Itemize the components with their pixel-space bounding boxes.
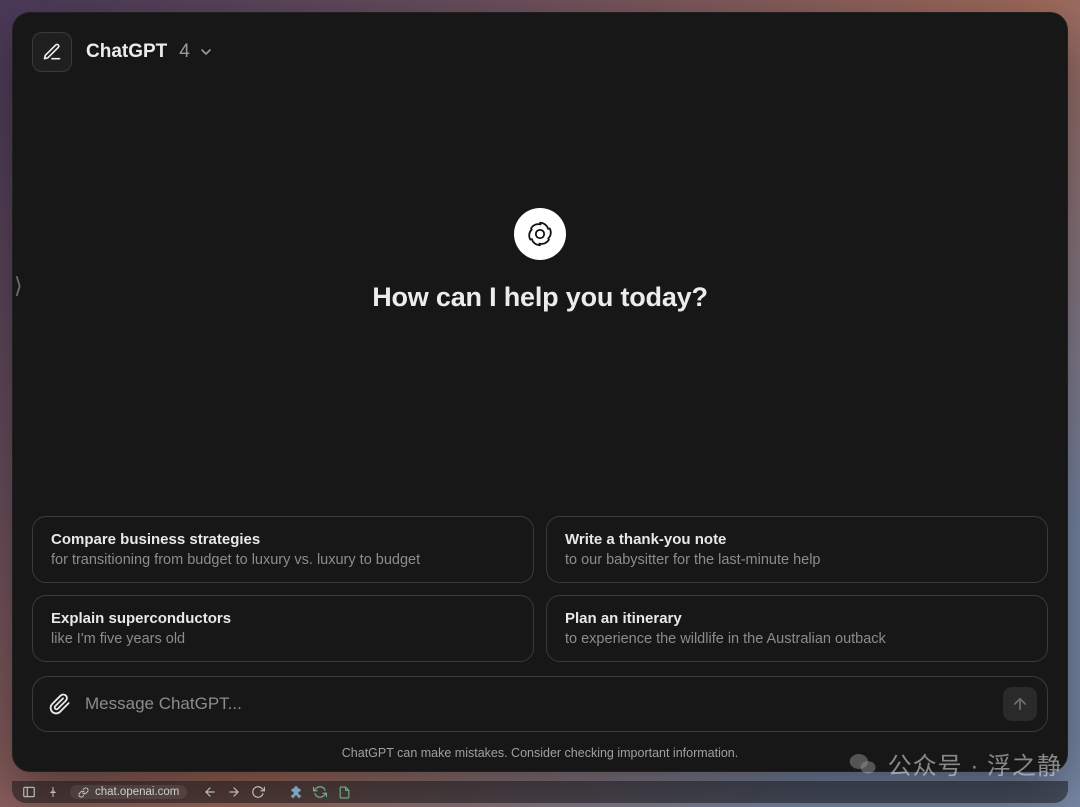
hero: How can I help you today? <box>372 208 708 313</box>
app-window: ChatGPT 4 ⟩ <box>12 12 1068 772</box>
suggestion-subtitle: for transitioning from budget to luxury … <box>51 552 515 568</box>
main-area: ⟩ How can I help you today? <box>12 74 1068 516</box>
suggestion-subtitle: to our babysitter for the last-minute he… <box>565 552 1029 568</box>
arrow-up-icon <box>1011 695 1029 713</box>
doc-icon[interactable] <box>337 785 351 799</box>
hero-heading: How can I help you today? <box>372 282 708 313</box>
suggestion-title: Compare business strategies <box>51 531 515 548</box>
openai-logo-icon <box>524 218 556 250</box>
disclaimer-text: ChatGPT can make mistakes. Consider chec… <box>12 738 1068 772</box>
openai-logo <box>514 208 566 260</box>
browser-bar: chat.openai.com <box>12 781 1068 803</box>
composer <box>32 676 1048 732</box>
sidebar-reveal-handle[interactable]: ⟩ <box>14 273 23 299</box>
suggestion-title: Write a thank-you note <box>565 531 1029 548</box>
url-pill[interactable]: chat.openai.com <box>70 785 187 799</box>
paperclip-icon <box>49 693 71 715</box>
refresh-icon[interactable] <box>313 785 327 799</box>
suggestion-card[interactable]: Write a thank-you note to our babysitter… <box>546 516 1048 583</box>
pin-icon[interactable] <box>46 785 60 799</box>
reload-button[interactable] <box>251 785 265 799</box>
chevron-down-icon <box>198 44 214 60</box>
compose-icon <box>42 42 62 62</box>
extension-icon[interactable] <box>289 785 303 799</box>
nav-forward-button[interactable] <box>227 785 241 799</box>
nav-back-button[interactable] <box>203 785 217 799</box>
link-icon <box>78 787 89 798</box>
suggestions: Compare business strategies for transiti… <box>12 516 1068 662</box>
panel-icon[interactable] <box>22 785 36 799</box>
send-button[interactable] <box>1003 687 1037 721</box>
suggestion-card[interactable]: Plan an itinerary to experience the wild… <box>546 595 1048 662</box>
new-chat-button[interactable] <box>32 32 72 72</box>
header: ChatGPT 4 <box>12 12 1068 74</box>
attach-button[interactable] <box>49 693 71 715</box>
suggestion-card[interactable]: Explain superconductors like I'm five ye… <box>32 595 534 662</box>
suggestion-subtitle: like I'm five years old <box>51 631 515 647</box>
model-name: ChatGPT <box>86 41 167 63</box>
url-text: chat.openai.com <box>95 786 179 798</box>
suggestion-title: Plan an itinerary <box>565 610 1029 627</box>
suggestion-subtitle: to experience the wildlife in the Austra… <box>565 631 1029 647</box>
model-version: 4 <box>179 41 190 63</box>
message-input[interactable] <box>85 694 989 714</box>
suggestion-card[interactable]: Compare business strategies for transiti… <box>32 516 534 583</box>
suggestion-title: Explain superconductors <box>51 610 515 627</box>
model-picker[interactable]: ChatGPT 4 <box>86 41 214 63</box>
composer-area <box>12 662 1068 738</box>
